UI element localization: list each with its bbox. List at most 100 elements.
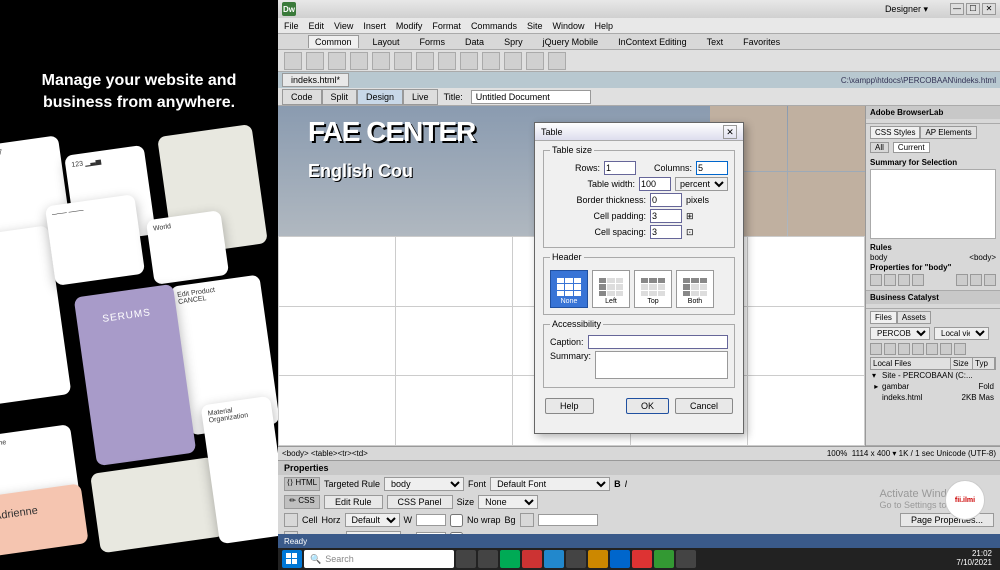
menu-item[interactable]: Insert [363, 21, 386, 31]
css-all-button[interactable]: All [870, 142, 889, 153]
view-split-button[interactable]: Split [322, 89, 358, 105]
header-none-option[interactable]: None [550, 270, 588, 308]
columns-input[interactable] [696, 161, 728, 175]
view-design-button[interactable]: Design [357, 89, 403, 105]
taskbar-icon[interactable] [654, 550, 674, 568]
header-left-option[interactable]: Left [592, 270, 630, 308]
css-tool-icon[interactable] [870, 274, 882, 286]
taskbar-search[interactable]: 🔍Search [304, 550, 454, 568]
cellspacing-input[interactable] [650, 225, 682, 239]
files-tool-icon[interactable] [870, 343, 882, 355]
taskbar-icon[interactable] [544, 550, 564, 568]
insert-tab[interactable]: InContext Editing [612, 36, 693, 48]
menu-item[interactable]: View [334, 21, 353, 31]
minimize-button[interactable]: — [950, 3, 964, 15]
css-tool-icon[interactable] [970, 274, 982, 286]
insert-tab[interactable]: Common [308, 35, 359, 48]
header-both-option[interactable]: Both [676, 270, 714, 308]
css-tool-icon[interactable] [984, 274, 996, 286]
menu-item[interactable]: Site [527, 21, 543, 31]
files-tool-icon[interactable] [912, 343, 924, 355]
insert-tab[interactable]: Spry [498, 36, 529, 48]
tool-icon[interactable] [504, 52, 522, 70]
files-tool-icon[interactable] [898, 343, 910, 355]
css-tool-icon[interactable] [898, 274, 910, 286]
menu-item[interactable]: Commands [471, 21, 517, 31]
tool-icon[interactable] [526, 52, 544, 70]
document-tab[interactable]: indeks.html* [282, 73, 349, 87]
tool-icon[interactable] [394, 52, 412, 70]
table-width-input[interactable] [639, 177, 671, 191]
css-current-button[interactable]: Current [893, 142, 930, 153]
insert-tab[interactable]: Forms [414, 36, 452, 48]
caption-input[interactable] [588, 335, 728, 349]
nowrap-checkbox[interactable] [450, 514, 463, 527]
taskbar-icon[interactable] [522, 550, 542, 568]
document-title-input[interactable] [471, 90, 591, 104]
start-button[interactable] [282, 550, 302, 568]
view-select[interactable]: Local view [934, 327, 989, 340]
files-tool-icon[interactable] [954, 343, 966, 355]
rows-input[interactable] [604, 161, 636, 175]
html-mode-button[interactable]: ⟨⟩ HTML [284, 477, 320, 491]
taskbar-icon[interactable] [610, 550, 630, 568]
menu-item[interactable]: Modify [396, 21, 423, 31]
file-tree[interactable]: Local FilesSizeTyp ▾Site - PERCOBAAN (C:… [870, 357, 996, 417]
page-properties-button[interactable]: Page Properties... [900, 513, 994, 527]
panel-tab[interactable]: AP Elements [920, 126, 976, 139]
view-code-button[interactable]: Code [282, 89, 322, 105]
tool-icon[interactable] [328, 52, 346, 70]
panel-title[interactable]: Adobe BrowserLab [866, 106, 1000, 119]
header-top-option[interactable]: Top [634, 270, 672, 308]
css-tool-icon[interactable] [884, 274, 896, 286]
css-mode-button[interactable]: ✏ CSS [284, 495, 320, 509]
insert-tab[interactable]: Data [459, 36, 490, 48]
insert-tab[interactable]: Layout [367, 36, 406, 48]
taskbar-icon[interactable] [500, 550, 520, 568]
tool-icon[interactable] [372, 52, 390, 70]
tag-path[interactable]: <body> <table><tr><td> [282, 449, 368, 458]
tool-icon[interactable] [350, 52, 368, 70]
targeted-rule-select[interactable]: body [384, 477, 464, 491]
insert-tab[interactable]: jQuery Mobile [537, 36, 605, 48]
cancel-button[interactable]: Cancel [675, 398, 733, 414]
menu-item[interactable]: File [284, 21, 299, 31]
size-select[interactable]: None [478, 495, 538, 509]
taskbar-icon[interactable] [676, 550, 696, 568]
insert-tab[interactable]: Favorites [737, 36, 786, 48]
files-tool-icon[interactable] [940, 343, 952, 355]
taskbar-clock[interactable]: 21:027/10/2021 [952, 550, 996, 568]
tool-icon[interactable] [284, 52, 302, 70]
files-tool-icon[interactable] [884, 343, 896, 355]
insert-tab[interactable]: Text [701, 36, 730, 48]
maximize-button[interactable]: ☐ [966, 3, 980, 15]
css-panel-button[interactable]: CSS Panel [387, 495, 453, 509]
css-tool-icon[interactable] [956, 274, 968, 286]
properties-title[interactable]: Properties [278, 461, 1000, 475]
panel-title[interactable]: Business Catalyst [866, 291, 1000, 304]
panel-tab[interactable]: CSS Styles [870, 126, 920, 139]
close-button[interactable]: ✕ [982, 3, 996, 15]
panel-tab[interactable]: Assets [897, 311, 931, 324]
workspace-label[interactable]: Designer [885, 4, 921, 14]
taskbar-icon[interactable] [588, 550, 608, 568]
tool-icon[interactable] [548, 52, 566, 70]
taskbar-icon[interactable] [478, 550, 498, 568]
horz-select[interactable]: Default [345, 513, 400, 527]
edit-rule-button[interactable]: Edit Rule [324, 495, 383, 509]
cellpadding-input[interactable] [650, 209, 682, 223]
zoom-level[interactable]: 100% [827, 449, 847, 458]
ok-button[interactable]: OK [626, 398, 669, 414]
menu-item[interactable]: Help [594, 21, 613, 31]
taskbar-icon[interactable] [632, 550, 652, 568]
border-input[interactable] [650, 193, 682, 207]
menu-item[interactable]: Format [432, 21, 461, 31]
width-unit-select[interactable]: percent [675, 177, 728, 191]
menu-item[interactable]: Edit [309, 21, 325, 31]
width-input[interactable] [416, 514, 446, 526]
tool-icon[interactable] [416, 52, 434, 70]
files-tool-icon[interactable] [926, 343, 938, 355]
css-tool-icon[interactable] [912, 274, 924, 286]
view-live-button[interactable]: Live [403, 89, 438, 105]
bg-input[interactable] [538, 514, 598, 526]
